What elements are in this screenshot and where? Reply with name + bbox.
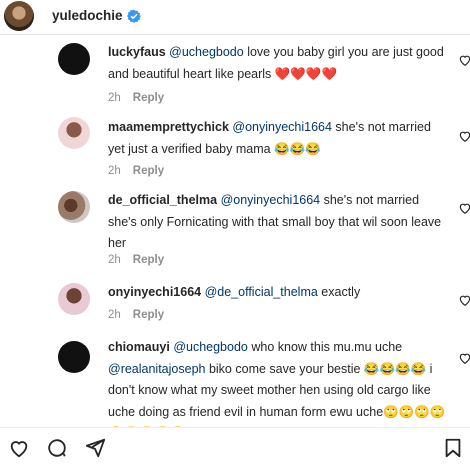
- avatar[interactable]: [58, 117, 90, 149]
- comment-username[interactable]: onyinyechi1664: [108, 285, 201, 299]
- avatar[interactable]: [4, 1, 34, 31]
- comment-time: 2h: [108, 254, 121, 266]
- avatar[interactable]: [58, 191, 90, 223]
- like-heart-icon[interactable]: [458, 351, 470, 365]
- mention-link[interactable]: @uchegbodo: [169, 45, 244, 59]
- like-heart-icon[interactable]: [8, 437, 30, 459]
- comment-meta: 2h Reply: [108, 309, 164, 321]
- action-bar: [0, 427, 470, 464]
- comment-text: maamemprettychick @onyinyechi1664 she's …: [108, 117, 448, 160]
- comment-meta: 2h Reply: [108, 165, 164, 177]
- comments-list[interactable]: luckyfaus @uchegbodo love you baby girl …: [0, 35, 470, 427]
- mention-link[interactable]: @de_official_thelma: [205, 285, 318, 299]
- verified-badge-icon: [127, 9, 141, 23]
- like-heart-icon[interactable]: [458, 293, 470, 307]
- save-bookmark-icon[interactable]: [442, 437, 464, 459]
- comment-bubble-icon[interactable]: [46, 437, 68, 459]
- mention-link[interactable]: @uchegbodo: [173, 340, 248, 354]
- comment-username[interactable]: luckyfaus: [108, 45, 166, 59]
- comment-text-segment: exactly: [317, 285, 361, 299]
- comment-text: luckyfaus @uchegbodo love you baby girl …: [108, 42, 448, 85]
- like-heart-icon[interactable]: [458, 129, 470, 143]
- comment-text: de_official_thelma @onyinyechi1664 she's…: [108, 190, 448, 255]
- avatar[interactable]: [58, 43, 90, 75]
- reply-button[interactable]: Reply: [133, 92, 164, 104]
- comment-username[interactable]: de_official_thelma: [108, 193, 217, 207]
- mention-link[interactable]: @onyinyechi1664: [232, 120, 332, 134]
- reply-button[interactable]: Reply: [133, 165, 164, 177]
- avatar[interactable]: [58, 341, 90, 373]
- mention-link[interactable]: @realanitajoseph: [108, 362, 205, 376]
- reply-button[interactable]: Reply: [133, 309, 164, 321]
- reply-button[interactable]: Reply: [133, 254, 164, 266]
- like-heart-icon[interactable]: [458, 201, 470, 215]
- comment-text: onyinyechi1664 @de_official_thelma exact…: [108, 282, 448, 304]
- comment-time: 2h: [108, 165, 121, 177]
- comment-time: 2h: [108, 309, 121, 321]
- post-header: yuledochie: [0, 0, 470, 34]
- share-send-icon[interactable]: [84, 437, 106, 459]
- comment-content: @de_official_thelma exactly: [205, 285, 361, 299]
- post-username[interactable]: yuledochie: [52, 8, 123, 23]
- like-heart-icon[interactable]: [458, 53, 470, 67]
- comment-text: chiomauyi @uchegbodo who know this mu.mu…: [108, 337, 448, 427]
- comment-meta: 2h Reply: [108, 254, 164, 266]
- mention-link[interactable]: @onyinyechi1664: [221, 193, 321, 207]
- comment-text-segment: who know this mu.mu uche: [247, 340, 403, 354]
- comment-time: 2h: [108, 92, 121, 104]
- avatar[interactable]: [58, 283, 90, 315]
- comment-username[interactable]: maamemprettychick: [108, 120, 229, 134]
- comment-meta: 2h Reply: [108, 92, 164, 104]
- comment-username[interactable]: chiomauyi: [108, 340, 170, 354]
